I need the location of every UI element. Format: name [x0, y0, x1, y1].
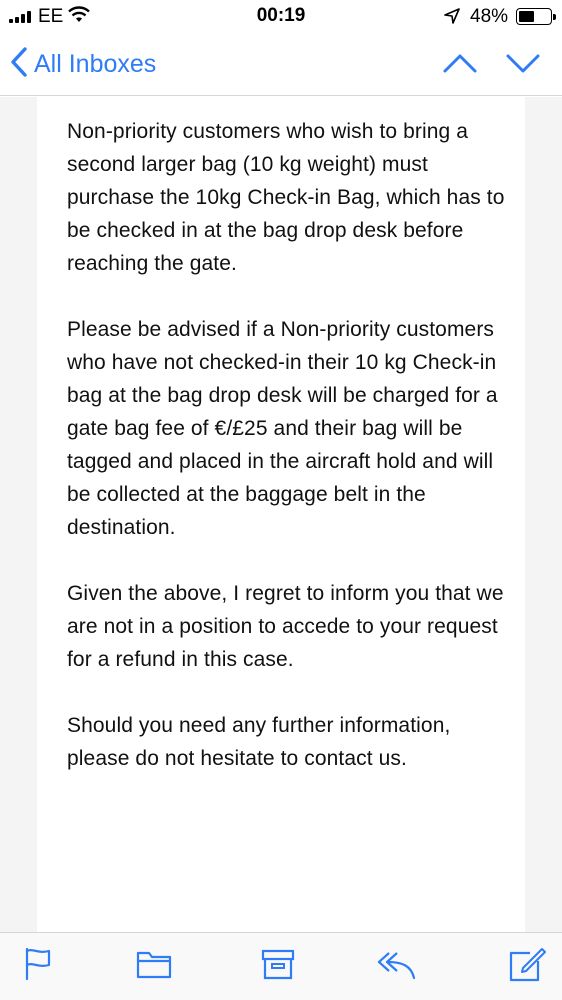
- message-paragraph: Given the above, I regret to inform you …: [67, 582, 504, 671]
- previous-message-chevron-up-icon[interactable]: [442, 52, 478, 79]
- navigation-bar: All Inboxes: [0, 34, 562, 96]
- message-paragraph: Please be advised if a Non-priority cust…: [67, 318, 498, 539]
- location-arrow-icon: [444, 8, 460, 29]
- battery-percent: 48%: [470, 6, 509, 27]
- back-label: All Inboxes: [34, 50, 157, 78]
- message-card: Non-priority customers who wish to bring…: [37, 97, 525, 932]
- message-paragraph: Should you need any further information,…: [67, 714, 451, 770]
- back-button[interactable]: All Inboxes: [10, 46, 156, 83]
- battery-level: [519, 11, 534, 22]
- chevron-left-icon: [10, 46, 28, 83]
- battery-icon: [516, 8, 556, 25]
- flag-icon[interactable]: [24, 947, 52, 986]
- message-scroll-area[interactable]: Non-priority customers who wish to bring…: [0, 97, 562, 932]
- message-body: Non-priority customers who wish to bring…: [67, 115, 507, 808]
- reply-icon[interactable]: [375, 947, 417, 986]
- folder-icon[interactable]: [136, 947, 172, 986]
- next-message-chevron-down-icon[interactable]: [505, 52, 541, 79]
- bottom-toolbar: [0, 932, 562, 1000]
- archive-icon[interactable]: [261, 947, 295, 986]
- compose-icon[interactable]: [508, 947, 546, 988]
- message-paragraph: Non-priority customers who wish to bring…: [67, 120, 505, 275]
- status-bar: EE 00:19 48%: [0, 0, 562, 34]
